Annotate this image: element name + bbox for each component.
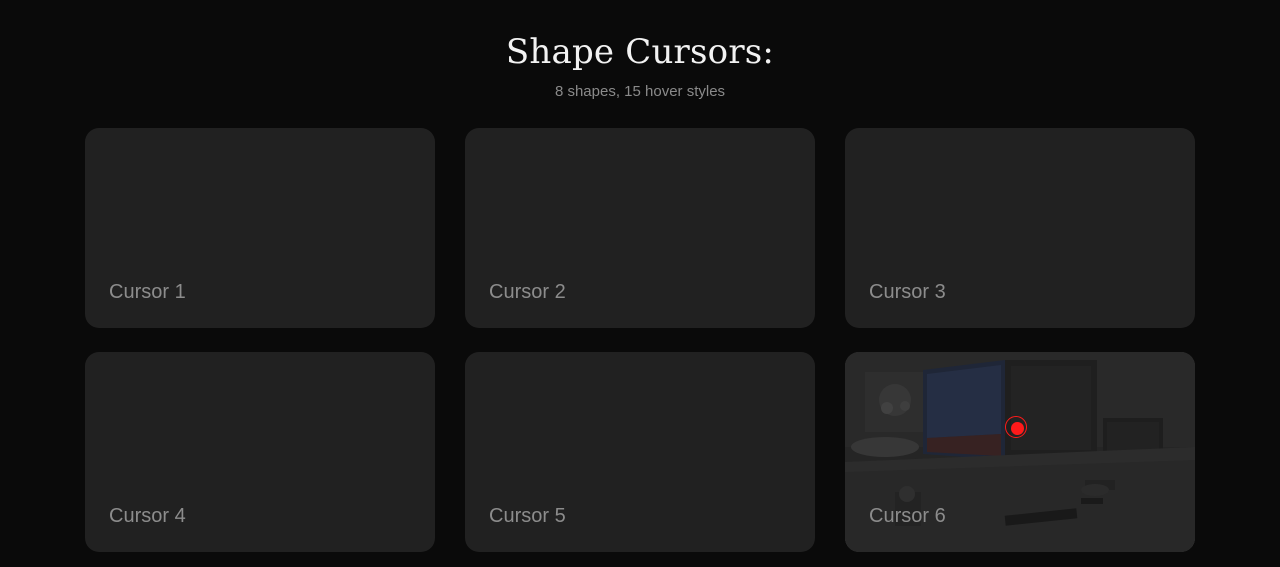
page-subtitle: 8 shapes, 15 hover styles	[554, 83, 726, 100]
cursor-card-label: Cursor 6	[869, 505, 946, 527]
cursor-card-label: Cursor 5	[489, 505, 566, 527]
cursor-card-label: Cursor 3	[869, 281, 946, 303]
cursor-card-1[interactable]: Cursor 1	[85, 128, 435, 328]
page-title: Shape Cursors:	[505, 32, 775, 72]
cursor-dot-icon	[1011, 422, 1024, 435]
cursor-card-5[interactable]: Cursor 5	[465, 352, 815, 552]
cursor-card-label: Cursor 2	[489, 281, 566, 303]
cursor-card-label: Cursor 4	[109, 505, 186, 527]
cursor-card-3[interactable]: Cursor 3	[845, 128, 1195, 328]
cursor-card-label: Cursor 1	[109, 281, 186, 303]
cursor-card-6[interactable]: Cursor 6	[845, 352, 1195, 552]
cursor-card-4[interactable]: Cursor 4	[85, 352, 435, 552]
cursor-card-2[interactable]: Cursor 2	[465, 128, 815, 328]
